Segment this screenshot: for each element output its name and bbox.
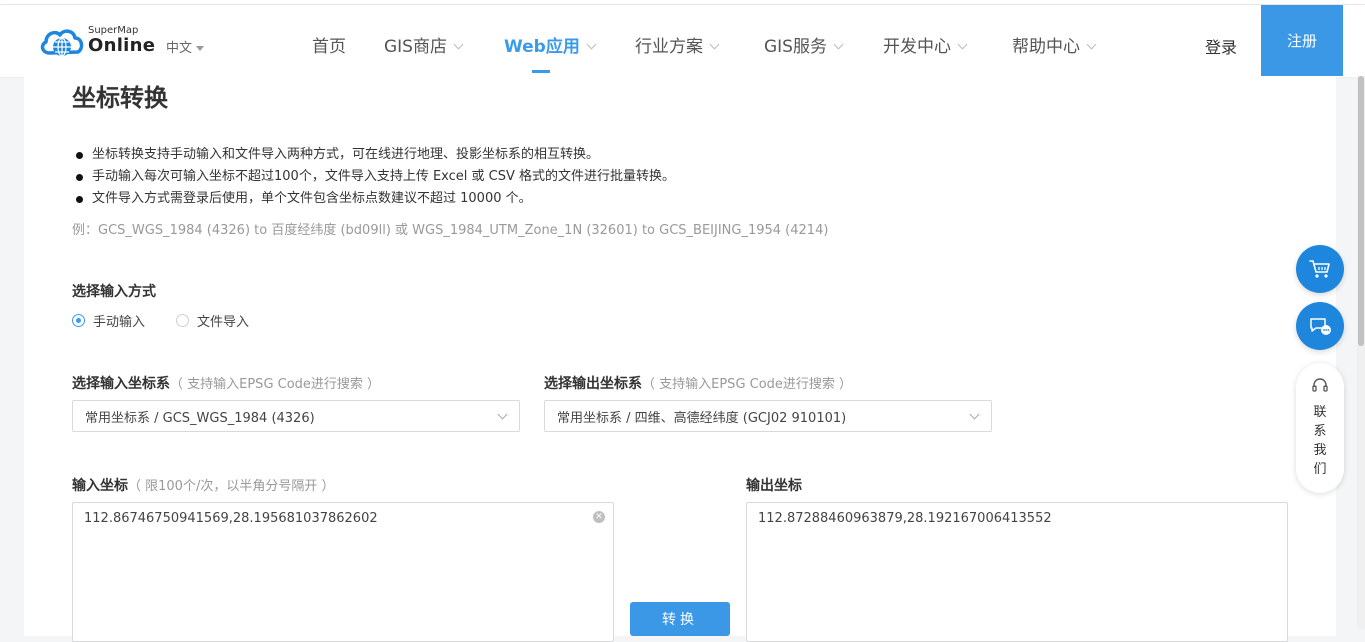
nav-label: 开发中心 [883,37,951,57]
input-crs-value: 常用坐标系 / GCS_WGS_1984 (4326) [85,410,315,426]
output-coords-label: 输出坐标 [746,478,802,494]
output-coords-textarea[interactable]: 112.87288460963879,28.192167006413552 [746,502,1288,642]
nav-label: 行业方案 [635,37,703,57]
chevron-down-icon [1086,39,1097,50]
convert-button[interactable]: 转换 [630,602,730,636]
radio-file-import[interactable]: 文件导入 [176,311,249,330]
radio-checked-icon [72,314,85,327]
radio-label: 手动输入 [93,315,146,330]
convert-label: 转换 [662,612,698,628]
cart-button[interactable] [1296,245,1344,293]
radio-label: 文件导入 [197,315,250,330]
list-item: 文件导入方式需登录后使用，单个文件包含坐标点数建议不超过 10000 个。 [76,188,675,210]
input-coords-hint: （ 限100个/次，以半角分号隔开 ） [128,479,335,494]
input-crs-label: 选择输入坐标系（ 支持输入EPSG Code进行搜索 ） [72,373,380,393]
output-crs-value: 常用坐标系 / 四维、高德经纬度 (GCJ02 910101) [557,410,847,426]
bullet-text: 手动输入每次可输入坐标不超过100个，文件导入支持上传 Excel 或 CSV … [92,169,676,184]
active-nav-underline [532,70,550,73]
clear-icon[interactable]: ✕ [593,511,605,523]
contact-us-button[interactable]: 联系我们 [1296,363,1344,493]
page-title: 坐标转换 [72,84,168,112]
chat-icon [1310,318,1331,335]
output-crs-label: 选择输出坐标系（ 支持输入EPSG Code进行搜索 ） [544,373,852,393]
nav-label: 帮助中心 [1012,37,1080,57]
bullet-text: 坐标转换支持手动输入和文件导入两种方式，可在线进行地理、投影坐标系的相互转换。 [92,147,600,162]
output-crs-hint: （ 支持输入EPSG Code进行搜索 ） [642,377,853,392]
nav-label: GIS服务 [764,37,827,57]
caret-down-icon [196,46,205,51]
input-crs-select[interactable]: 常用坐标系 / GCS_WGS_1984 (4326) [72,400,520,432]
list-item: 坐标转换支持手动输入和文件导入两种方式，可在线进行地理、投影坐标系的相互转换。 [76,144,675,166]
input-coords-title: 输入坐标 [72,478,128,494]
chevron-down-icon [833,39,844,50]
chat-button[interactable] [1296,302,1344,350]
chevron-down-icon [709,39,720,50]
supermap-logo[interactable]: SuperMap Online [38,23,155,63]
nav-label: 首页 [312,37,346,57]
nav-item-gis-store[interactable]: GIS商店 [384,32,464,57]
nav-item-help-center[interactable]: 帮助中心 [1012,32,1097,57]
feature-list: 坐标转换支持手动输入和文件导入两种方式，可在线进行地理、投影坐标系的相互转换。 … [76,144,675,210]
nav-item-home[interactable]: 首页 [312,32,346,57]
bullet-icon [76,173,83,181]
radio-unchecked-icon [176,314,189,327]
input-coords-textarea[interactable]: 112.86746750941569,28.195681037862602 [72,502,614,642]
output-coords-value: 112.87288460963879,28.192167006413552 [758,511,1052,526]
nav-item-gis-services[interactable]: GIS服务 [764,32,844,57]
output-crs-title: 选择输出坐标系 [544,376,642,392]
site-header: SuperMap Online 中文 首页 GIS商店 Web应用 行业方案 G… [0,5,1365,77]
chevron-down-icon [453,39,464,50]
chevron-down-icon [497,409,508,420]
example-text: 例：GCS_WGS_1984 (4326) to 百度经纬度 (bd09ll) … [72,223,829,238]
input-coords-label: 输入坐标（ 限100个/次，以半角分号隔开 ） [72,475,334,495]
radio-manual-input[interactable]: 手动输入 [72,311,145,330]
input-crs-hint: （ 支持输入EPSG Code进行搜索 ） [170,377,381,392]
scrollbar-thumb[interactable] [1358,76,1364,346]
bullet-text: 文件导入方式需登录后使用，单个文件包含坐标点数建议不超过 10000 个。 [92,191,532,206]
nav-label: GIS商店 [384,37,447,57]
cart-icon [1309,260,1330,278]
list-item: 手动输入每次可输入坐标不超过100个，文件导入支持上传 Excel 或 CSV … [76,166,675,188]
output-crs-select[interactable]: 常用坐标系 / 四维、高德经纬度 (GCJ02 910101) [544,400,992,432]
nav-item-industry-solutions[interactable]: 行业方案 [635,32,720,57]
nav-item-web-apps[interactable]: Web应用 [504,32,597,57]
login-link[interactable]: 登录 [1205,34,1237,58]
nav-item-dev-center[interactable]: 开发中心 [883,32,968,57]
page-scrollbar[interactable] [1357,76,1365,629]
nav-label: Web应用 [504,37,580,57]
headset-icon [1312,378,1328,392]
chevron-down-icon [586,39,597,50]
input-coords-value: 112.86746750941569,28.195681037862602 [84,511,378,526]
bullet-icon [76,151,83,159]
logo-big-text: Online [88,35,156,56]
bullet-icon [76,195,83,203]
chevron-down-icon [957,39,968,50]
language-selector[interactable]: 中文 [166,37,205,56]
cloud-globe-icon [40,29,84,57]
input-crs-title: 选择输入坐标系 [72,376,170,392]
contact-us-label: 联系我们 [1313,405,1327,477]
input-method-label: 选择输入方式 [72,284,156,300]
chevron-down-icon [969,409,980,420]
language-label: 中文 [166,41,193,56]
register-button[interactable]: 注册 [1261,5,1343,76]
